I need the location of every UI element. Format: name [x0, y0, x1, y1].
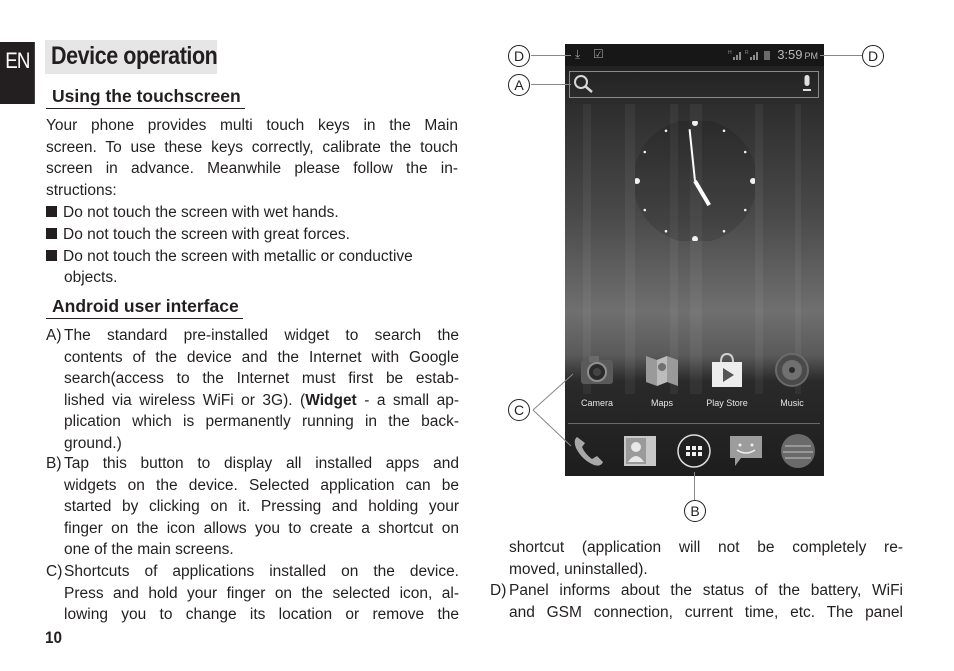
microphone-icon[interactable]: [802, 75, 812, 93]
play-store-icon: [712, 352, 742, 387]
callout-b: B: [684, 500, 706, 522]
google-search-widget[interactable]: [569, 71, 819, 98]
bold-term: Widget: [305, 391, 357, 409]
callout-c: C: [508, 399, 530, 421]
bullet-item-continuation: objects.: [64, 269, 118, 286]
item-marker: C): [46, 563, 63, 580]
paragraph-line: Your phone provides multi touch keys in …: [46, 117, 458, 134]
svg-text:H: H: [728, 50, 732, 56]
language-tab: EN: [0, 42, 35, 104]
mixed-line: lished via wireless WiFi or 3G). (Widget…: [64, 391, 459, 409]
clock-hour-mark: [664, 229, 668, 233]
item-marker: D): [490, 582, 507, 599]
clock-hour-mark: [722, 129, 726, 133]
app-camera[interactable]: Camera: [567, 352, 627, 408]
status-bar[interactable]: ⤓ ☑ H R 3:59 PM: [565, 44, 824, 66]
svg-text:R: R: [745, 50, 749, 56]
callout-line: [531, 55, 571, 56]
callout-a: A: [508, 74, 530, 96]
analog-clock-widget[interactable]: [635, 121, 755, 241]
callout-d-right: D: [862, 45, 884, 67]
app-play-store[interactable]: Play Store: [697, 352, 757, 408]
clock-hour-mark: [664, 129, 668, 133]
touchscreen-paragraph: Your phone provides multi touch keys in …: [46, 115, 458, 201]
bullet-square-icon: [46, 250, 57, 261]
clock-hour-mark: [643, 150, 647, 154]
camera-icon: [581, 356, 613, 384]
search-icon: [574, 75, 593, 93]
bullet-item: Do not touch the screen with great force…: [46, 224, 350, 246]
phone-screenshot: ⤓ ☑ H R 3:59 PM Camera Maps Play Store M…: [565, 44, 824, 476]
all-apps-launcher-icon[interactable]: [675, 432, 713, 470]
paragraph-line: screen. To use these keys correctly, cal…: [46, 138, 458, 156]
maps-icon: [646, 356, 678, 386]
app-music[interactable]: Music: [762, 352, 822, 408]
music-speaker-icon: [775, 353, 809, 387]
paragraph-line: screen in advance. Meanwhile please foll…: [46, 160, 458, 177]
clock-hour-mark: [722, 229, 726, 233]
page-number: 10: [45, 628, 63, 647]
clock-hour-mark: [643, 208, 647, 212]
browser-globe-icon[interactable]: [779, 432, 817, 470]
bullet-square-icon: [46, 228, 57, 239]
app-maps[interactable]: Maps: [632, 352, 692, 408]
item-marker: B): [46, 455, 62, 472]
messaging-icon[interactable]: [727, 432, 765, 470]
bullet-item: Do not touch the screen with metallic or…: [46, 246, 413, 268]
bullet-square-icon: [46, 206, 57, 217]
signal-icons: H R: [728, 50, 770, 60]
clipboard-check-icon: ☑: [593, 47, 604, 61]
heading-using-touchscreen: Using the touchscreen: [46, 86, 245, 109]
callout-line: [531, 84, 571, 85]
callout-line: [694, 472, 695, 500]
clock-hour-mark: [743, 208, 747, 212]
clock-hour-mark: [743, 150, 747, 154]
paragraph-line: structions:: [46, 181, 117, 199]
item-marker: A): [46, 327, 62, 344]
download-icon: ⤓: [575, 47, 581, 61]
callout-c-lines: [532, 373, 574, 447]
heading-android-ui: Android user interface: [46, 296, 243, 319]
contacts-icon[interactable]: [621, 432, 659, 470]
page-title: Device operation: [51, 42, 218, 70]
bullet-item: Do not touch the screen with wet hands.: [46, 202, 339, 224]
status-time: 3:59 PM: [777, 47, 818, 62]
callout-line: [820, 55, 862, 56]
dock-divider: [568, 423, 820, 424]
callout-d-left: D: [508, 45, 530, 67]
